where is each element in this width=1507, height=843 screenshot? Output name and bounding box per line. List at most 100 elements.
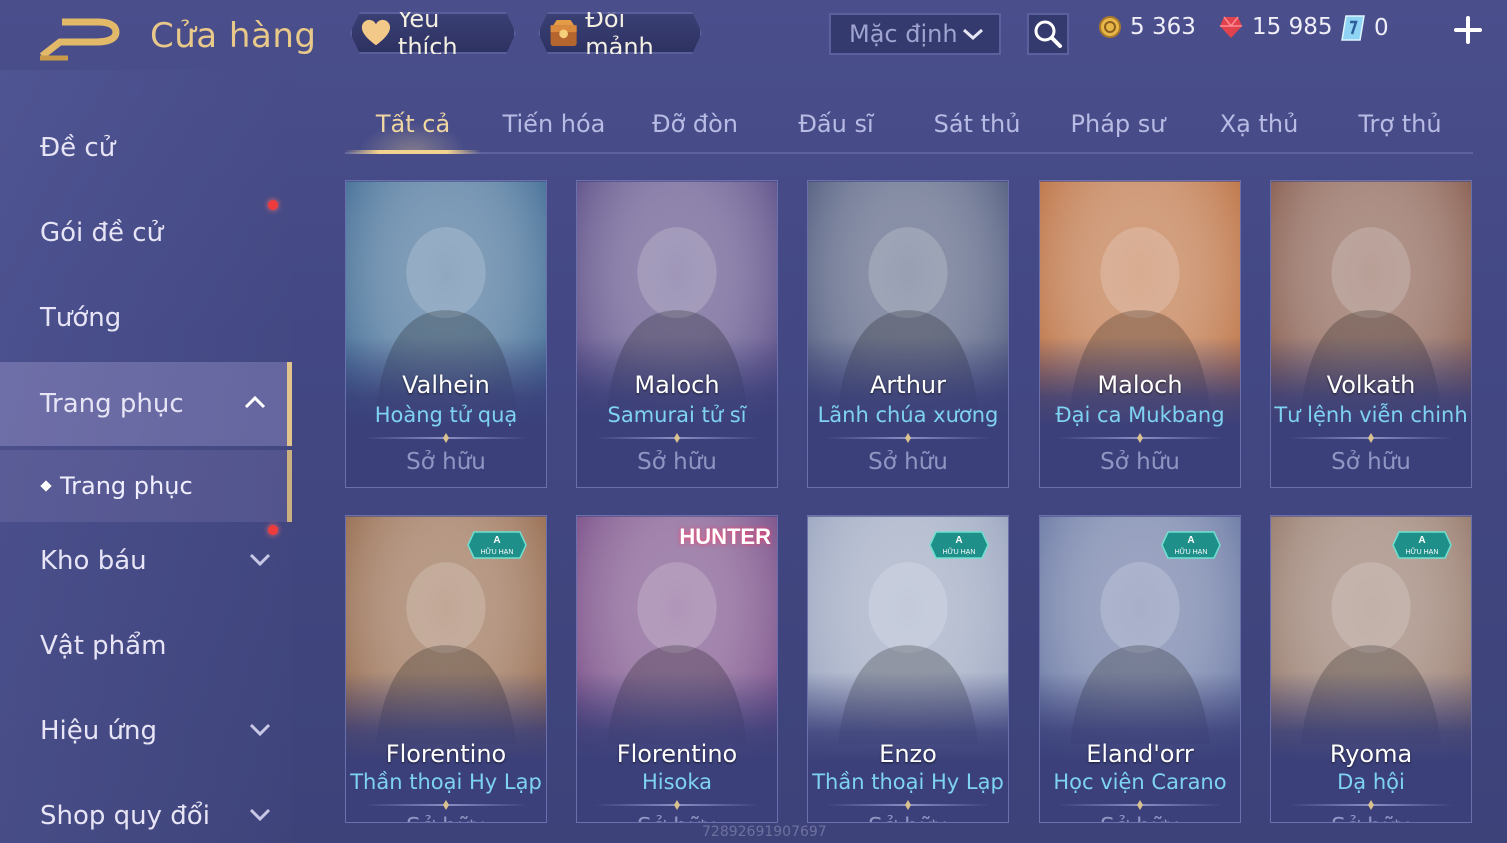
- sidebar-item-label: Kho báu: [40, 546, 147, 576]
- sidebar-item-label: Đề cử: [40, 133, 116, 163]
- tab-evolution[interactable]: Tiến hóa: [486, 96, 622, 152]
- skin-card[interactable]: Arthur Lãnh chúa xương Sở hữu: [807, 180, 1009, 488]
- sidebar-subitem-skins[interactable]: Trang phục: [0, 450, 292, 522]
- plus-icon: [1454, 16, 1482, 44]
- top-bar: Cửa hàng Yêu thích Đổi mảnh Mặc định 5 3…: [0, 0, 1507, 70]
- ownership-status: Sở hữu: [346, 814, 546, 822]
- voucher-amount: 0: [1374, 15, 1389, 41]
- exchange-label: Đổi mảnh: [585, 5, 654, 61]
- skin-card[interactable]: AHỮU HẠN FlorentinoThần thoại Hy Lạp Sở hữ…: [345, 515, 547, 823]
- sidebar-item-treasure[interactable]: Kho báu: [0, 519, 292, 603]
- tab-assassin[interactable]: Sát thủ: [909, 96, 1045, 152]
- skin-card[interactable]: AHỮU HẠN Eland'orrHọc viện Carano Sở hữu: [1039, 515, 1241, 823]
- sidebar-item-skins[interactable]: Trang phục: [0, 362, 292, 446]
- ruby-gem-icon: [1220, 16, 1242, 38]
- limited-badge-icon: AHỮU HẠN: [467, 531, 527, 559]
- category-sidebar: Đề cử Gói đề cử Tướng Trang phục Trang p…: [0, 70, 292, 843]
- skin-name: Học viện Carano: [1053, 770, 1227, 794]
- card-divider: [595, 804, 759, 806]
- hero-name: Maloch: [634, 371, 720, 399]
- gold-amount: 5 363: [1130, 14, 1196, 40]
- sort-dropdown[interactable]: Mặc định: [829, 13, 1001, 55]
- sidebar-subitem-label: Trang phục: [60, 472, 193, 500]
- card-divider: [1289, 804, 1453, 806]
- exchange-shards-button[interactable]: Đổi mảnh: [538, 12, 702, 54]
- tab-fighter[interactable]: Đấu sĩ: [768, 96, 904, 152]
- skin-name: Tư lệnh viễn chinh: [1274, 403, 1468, 427]
- ownership-status: Sở hữu: [1100, 449, 1180, 475]
- sidebar-item-effects[interactable]: Hiệu ứng: [0, 689, 292, 773]
- top-up-button[interactable]: [1452, 14, 1484, 46]
- chevron-down-icon: [963, 28, 983, 41]
- voucher-balance: 0: [1340, 14, 1389, 42]
- badge-label: HỮU HẠN: [943, 547, 976, 556]
- badge-grade: A: [1187, 535, 1194, 546]
- chevron-down-icon: [249, 723, 271, 737]
- badge-label: HỮU HẠN: [481, 547, 514, 556]
- limited-badge-icon: AHỮU HẠN: [929, 531, 989, 559]
- chevron-up-icon: [244, 395, 266, 409]
- tab-label: Trợ thủ: [1358, 110, 1442, 138]
- skin-name: Đại ca Mukbang: [1055, 403, 1225, 427]
- sidebar-item-label: Hiệu ứng: [40, 716, 157, 746]
- search-icon: [1034, 20, 1062, 48]
- tab-label: Sát thủ: [933, 110, 1021, 138]
- tab-marksman[interactable]: Xạ thủ: [1191, 96, 1327, 152]
- skin-card[interactable]: AHỮU HẠN RyomaDạ hội Sở hữu: [1270, 515, 1472, 823]
- chevron-down-icon: [249, 553, 271, 567]
- skin-name: Hoàng tử quạ: [374, 403, 518, 427]
- card-divider: [826, 437, 990, 439]
- ownership-status: Sở hữu: [406, 449, 486, 475]
- tab-label: Đấu sĩ: [798, 110, 874, 138]
- back-arrow-icon: [39, 18, 120, 61]
- limited-badge-icon: AHỮU HẠN: [1161, 531, 1221, 559]
- skin-card[interactable]: AHỮU HẠN EnzoThần thoại Hy Lạp Sở hữu: [807, 515, 1009, 823]
- sidebar-item-label: Shop quy đổi: [40, 801, 210, 831]
- sidebar-item-items[interactable]: Vật phẩm: [0, 604, 292, 688]
- bullet-icon: [40, 480, 52, 492]
- watermark: 72892691907697: [702, 824, 827, 840]
- sidebar-item-exchange-shop[interactable]: Shop quy đổi: [0, 774, 292, 843]
- gold-coin-icon: [1099, 16, 1121, 38]
- sidebar-item-recommended[interactable]: Đề cử: [0, 106, 292, 190]
- skin-card[interactable]: Maloch Samurai tử sĩ Sở hữu: [576, 180, 778, 488]
- notification-dot: [268, 525, 278, 535]
- ruby-balance: 15 985: [1218, 14, 1332, 40]
- hero-name: Florentino: [616, 740, 738, 768]
- hero-name: Volkath: [1326, 371, 1416, 399]
- skin-card[interactable]: HUNTER FlorentinoHisoka Sở hữu: [576, 515, 778, 823]
- skin-card[interactable]: Volkath Tư lệnh viễn chinh Sở hữu: [1270, 180, 1472, 488]
- sidebar-item-label: Vật phẩm: [40, 631, 167, 661]
- skin-name: Hisoka: [641, 770, 713, 794]
- hero-name: Enzo: [879, 740, 937, 768]
- tab-label: Đỡ đòn: [651, 110, 739, 138]
- card-divider: [1289, 437, 1453, 439]
- gold-balance: 5 363: [1098, 14, 1196, 40]
- search-button[interactable]: [1027, 13, 1069, 55]
- ownership-status: Sở hữu: [1040, 814, 1240, 822]
- sidebar-item-heroes[interactable]: Tướng: [0, 276, 292, 360]
- badge-grade: A: [1418, 535, 1425, 546]
- hero-name: Florentino: [385, 740, 507, 768]
- limited-badge-icon: AHỮU HẠN: [1392, 531, 1452, 559]
- hunter-logo: HUNTER: [679, 524, 771, 549]
- shard-chest-icon: [548, 16, 579, 50]
- favorites-button[interactable]: Yêu thích: [350, 12, 516, 54]
- heart-icon: [360, 18, 392, 48]
- sidebar-item-label: Tướng: [40, 303, 122, 333]
- tab-support[interactable]: Trợ thủ: [1332, 96, 1468, 152]
- skin-card[interactable]: Valhein Hoàng tử quạ Sở hữu: [345, 180, 547, 488]
- sidebar-item-bundles[interactable]: Gói đề cử: [0, 191, 292, 275]
- badge-label: HỮU HẠN: [1175, 547, 1208, 556]
- badge-grade: A: [493, 535, 500, 546]
- back-button[interactable]: [38, 18, 120, 62]
- ruby-amount: 15 985: [1252, 14, 1333, 40]
- skin-card[interactable]: Maloch Đại ca Mukbang Sở hữu: [1039, 180, 1241, 488]
- tab-tank[interactable]: Đỡ đòn: [627, 96, 763, 152]
- ownership-status: Sở hữu: [1331, 449, 1411, 475]
- tab-all[interactable]: Tất cả: [345, 96, 481, 154]
- tab-mage[interactable]: Pháp sư: [1050, 96, 1186, 152]
- card-divider: [364, 804, 528, 806]
- ownership-status: Sở hữu: [808, 814, 1008, 822]
- skin-name: Dạ hội: [1337, 770, 1405, 794]
